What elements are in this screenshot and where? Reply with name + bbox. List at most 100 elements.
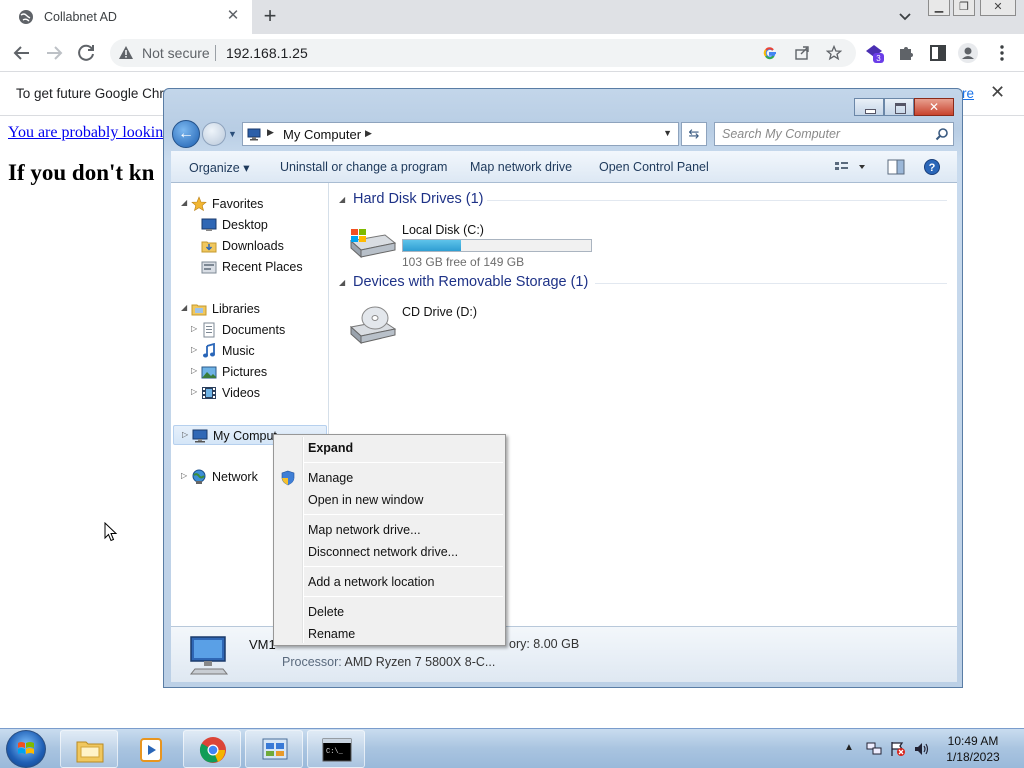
close-browser-button[interactable]: ✕	[980, 0, 1016, 16]
forward-arrow-icon[interactable]	[41, 40, 67, 66]
minimize-browser-button[interactable]: ▁	[928, 0, 950, 16]
collapse-icon[interactable]: ◢	[181, 303, 187, 312]
info-bar-link[interactable]: re	[962, 86, 974, 101]
show-hidden-icons-icon[interactable]: ▲	[844, 742, 860, 758]
divider	[215, 45, 216, 61]
nav-pictures[interactable]: ▷ Pictures	[171, 362, 329, 382]
close-tab-icon[interactable]: ✕	[224, 7, 242, 25]
collapse-icon[interactable]: ◢	[339, 278, 345, 287]
forward-button[interactable]	[202, 122, 226, 146]
help-icon[interactable]: ?	[923, 159, 941, 175]
address-bar[interactable]: Not secure 192.168.1.25	[110, 39, 856, 67]
taskbar-chrome-button[interactable]	[183, 730, 241, 768]
security-status[interactable]: Not secure	[142, 45, 210, 61]
history-dropdown-icon[interactable]: ▼	[228, 129, 237, 139]
google-icon[interactable]	[762, 45, 778, 61]
reload-icon[interactable]	[73, 40, 99, 66]
tab-title: Collabnet AD	[44, 10, 117, 24]
breadcrumb-separator-icon[interactable]: ▶	[365, 128, 372, 139]
back-button[interactable]: ←	[172, 120, 200, 148]
network-status-icon[interactable]	[866, 741, 882, 757]
system-clock[interactable]: 10:49 AM 1/18/2023	[938, 733, 1008, 765]
uninstall-button[interactable]: Uninstall or change a program	[280, 160, 447, 174]
taskbar-explorer-button[interactable]	[60, 730, 118, 768]
group-header-removable-storage[interactable]: ◢ Devices with Removable Storage (1)	[337, 272, 949, 294]
nav-recent-places[interactable]: Recent Places	[171, 257, 329, 277]
collapse-icon[interactable]: ◢	[339, 195, 345, 204]
taskbar-media-player-button[interactable]	[121, 730, 179, 768]
downloads-folder-icon	[201, 241, 217, 253]
url-text[interactable]: 192.168.1.25	[226, 45, 308, 61]
nav-downloads[interactable]: Downloads	[171, 236, 329, 256]
close-window-button[interactable]	[914, 98, 954, 116]
search-input[interactable]: Search My Computer	[714, 122, 954, 146]
expand-icon[interactable]: ▷	[191, 345, 197, 354]
more-icon[interactable]	[992, 43, 1012, 63]
restore-browser-button[interactable]: ❐	[953, 0, 975, 16]
close-icon[interactable]: ✕	[990, 82, 1005, 103]
map-network-drive-button[interactable]: Map network drive	[470, 160, 572, 174]
drive-usage-bar	[402, 239, 592, 252]
taskbar: C:\_ ▲ 10:49 AM 1/18/2023	[0, 728, 1024, 768]
view-options-icon[interactable]	[833, 159, 869, 175]
page-link[interactable]: You are probably lookin	[8, 124, 163, 142]
star-icon[interactable]	[826, 45, 842, 61]
share-icon[interactable]	[794, 45, 810, 61]
expand-icon[interactable]: ▷	[181, 471, 187, 480]
start-button[interactable]	[6, 730, 46, 768]
nav-libraries[interactable]: ◢ Libraries	[171, 299, 329, 319]
menu-item-rename[interactable]: Rename	[274, 623, 505, 645]
explorer-address-bar[interactable]: ▶ My Computer ▶ ▼	[242, 122, 679, 146]
preview-pane-icon[interactable]	[887, 159, 905, 175]
search-placeholder: Search My Computer	[722, 127, 841, 141]
menu-item-manage[interactable]: Manage	[274, 467, 505, 489]
extension-icon[interactable]: 3	[864, 43, 884, 63]
back-arrow-icon[interactable]	[9, 40, 35, 66]
menu-separator	[304, 462, 503, 463]
drive-cd-d[interactable]: CD Drive (D:)	[347, 305, 547, 351]
breadcrumb-separator-icon[interactable]: ▶	[267, 127, 274, 138]
new-tab-button[interactable]: +	[259, 5, 281, 28]
shield-icon	[281, 470, 295, 486]
expand-icon[interactable]: ▷	[191, 324, 197, 333]
taskbar-terminal-button[interactable]: C:\_	[307, 730, 365, 768]
nav-music[interactable]: ▷ Music	[171, 341, 329, 361]
nav-documents[interactable]: ▷ Documents	[171, 320, 329, 340]
chevron-down-icon[interactable]	[896, 8, 914, 26]
refresh-button[interactable]: ⇆	[681, 122, 707, 146]
divider	[487, 200, 947, 201]
group-title: Devices with Removable Storage (1)	[353, 274, 589, 290]
group-header-hard-disk-drives[interactable]: ◢ Hard Disk Drives (1)	[337, 189, 949, 211]
sidepanel-icon[interactable]	[928, 43, 948, 63]
browser-tab[interactable]: Collabnet AD ✕	[0, 0, 252, 34]
menu-item-disconnect-network-drive[interactable]: Disconnect network drive...	[274, 541, 505, 563]
maximize-button[interactable]	[884, 98, 914, 116]
expand-icon[interactable]: ▷	[191, 387, 197, 396]
collapse-icon[interactable]: ◢	[181, 198, 187, 207]
expand-icon[interactable]: ▷	[182, 430, 188, 439]
menu-item-add-network-location[interactable]: Add a network location	[274, 571, 505, 593]
warning-icon[interactable]	[118, 45, 134, 61]
menu-item-delete[interactable]: Delete	[274, 601, 505, 623]
context-menu: Expand Manage Open in new window Map net…	[273, 434, 506, 646]
action-center-icon[interactable]	[890, 741, 906, 757]
volume-icon[interactable]	[914, 741, 930, 757]
puzzle-icon[interactable]	[896, 43, 916, 63]
profile-icon[interactable]	[958, 43, 978, 63]
breadcrumb-my-computer[interactable]: My Computer	[283, 127, 361, 142]
menu-item-map-network-drive[interactable]: Map network drive...	[274, 519, 505, 541]
nav-videos[interactable]: ▷ Videos	[171, 383, 329, 403]
address-dropdown-icon[interactable]: ▼	[663, 128, 672, 138]
search-icon[interactable]	[935, 127, 949, 141]
minimize-button[interactable]	[854, 98, 884, 116]
drive-local-disk-c[interactable]: Local Disk (C:) 103 GB free of 149 GB	[347, 223, 607, 271]
taskbar-control-panel-button[interactable]	[245, 730, 303, 768]
menu-item-open-new-window[interactable]: Open in new window	[274, 489, 505, 511]
processor-info: Processor: AMD Ryzen 7 5800X 8-C...	[282, 655, 495, 669]
open-control-panel-button[interactable]: Open Control Panel	[599, 160, 709, 174]
expand-icon[interactable]: ▷	[191, 366, 197, 375]
nav-desktop[interactable]: Desktop	[171, 215, 329, 235]
menu-item-expand[interactable]: Expand	[274, 437, 505, 459]
organize-button[interactable]: Organize ▾	[189, 160, 249, 175]
nav-favorites[interactable]: ◢ Favorites	[171, 194, 329, 214]
